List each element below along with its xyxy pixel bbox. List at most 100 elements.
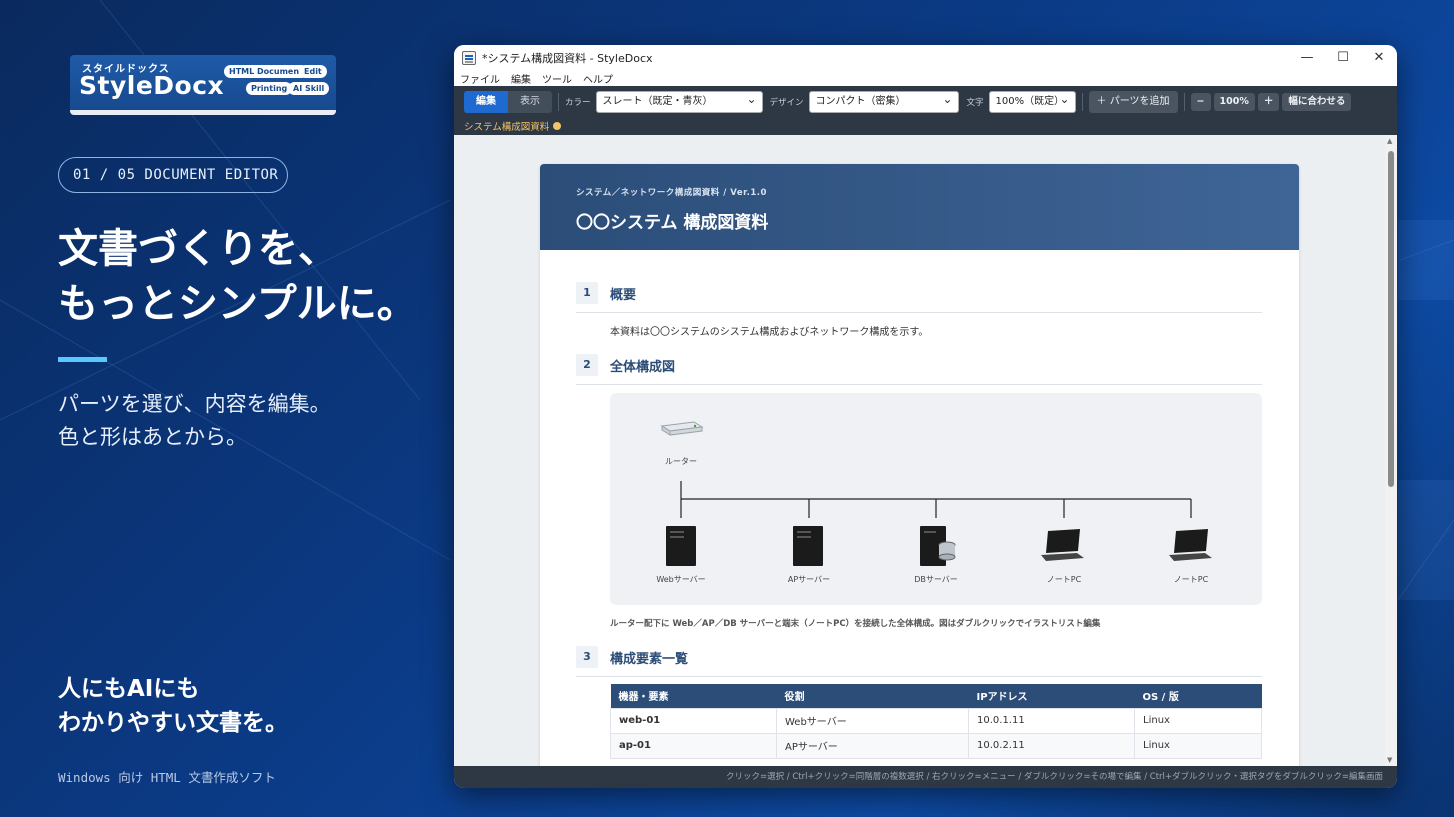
- mode-view-button[interactable]: 表示: [508, 90, 552, 113]
- menu-tools[interactable]: ツール: [542, 71, 572, 86]
- table-cell: web-01: [610, 707, 777, 734]
- section-heading-2[interactable]: 2 全体構成図: [576, 351, 1262, 385]
- column-header: OS / 版: [1134, 684, 1262, 708]
- laptop-icon: [1041, 529, 1084, 561]
- node-label: Webサーバー: [656, 575, 706, 584]
- vertical-scrollbar[interactable]: ▲ ▼: [1385, 135, 1397, 766]
- section-number: 3: [576, 646, 598, 668]
- headline-line-2: もっとシンプルに。: [58, 281, 417, 327]
- design-select[interactable]: コンパクト（密集）: [808, 89, 959, 113]
- section-heading-1[interactable]: 1 概要: [576, 279, 1262, 313]
- tagline: 人にもAIにも わかりやすい文書を。: [58, 672, 288, 740]
- table-header-row: 機器・要素 役割 IPアドレス OS / 版: [610, 684, 1262, 708]
- table-cell: Webサーバー: [776, 707, 969, 734]
- table-cell: Linux: [1134, 707, 1262, 734]
- headline: 文書づくりを、 もっとシンプルに。: [58, 222, 417, 332]
- subtext-line-1: パーツを選び、内容を編集。: [58, 392, 331, 416]
- headline-line-1: 文書づくりを、: [58, 226, 338, 272]
- document-canvas[interactable]: システム／ネットワーク構成図資料 / Ver.1.0 〇〇システム 構成図資料 …: [454, 135, 1385, 766]
- node-label: ノートPC: [1173, 575, 1209, 584]
- badge-printing: Printing: [246, 82, 293, 95]
- unsaved-dot-icon: [553, 122, 562, 130]
- column-header: IPアドレス: [968, 684, 1135, 708]
- add-parts-button[interactable]: ＋ パーツを追加: [1088, 90, 1178, 113]
- page-kicker: システム／ネットワーク構成図資料 / Ver.1.0: [576, 188, 767, 198]
- design-label: デザイン: [769, 97, 804, 108]
- zoom-out-button[interactable]: −: [1190, 92, 1211, 111]
- menu-help[interactable]: ヘルプ: [583, 71, 613, 86]
- overview-text[interactable]: 本資料は〇〇システムのシステム構成およびネットワーク構成を示す。: [610, 323, 928, 338]
- scroll-down-icon[interactable]: ▼: [1387, 756, 1392, 764]
- brand-name: StyleDocx: [79, 71, 225, 100]
- section-title: 全体構成図: [610, 360, 676, 375]
- section-number: 2: [576, 354, 598, 376]
- laptop-icon: [1169, 529, 1212, 561]
- text-size-label: 文字: [966, 97, 984, 108]
- document-tab[interactable]: システム構成図資料: [454, 117, 1397, 135]
- app-window: *システム構成図資料 - StyleDocx — ☐ ✕ ファイル 編集 ツール…: [454, 45, 1397, 788]
- table-cell: Linux: [1134, 732, 1262, 759]
- menu-bar: ファイル 編集 ツール ヘルプ: [454, 70, 1397, 86]
- web-server-icon: [666, 526, 696, 566]
- close-button[interactable]: ✕: [1361, 50, 1397, 65]
- table-cell: ap-01: [610, 732, 777, 759]
- status-bar: クリック=選択 / Ctrl+クリック=同階層の複数選択 / 右クリック=メニュ…: [454, 766, 1397, 788]
- app-icon: [462, 50, 476, 65]
- color-label: カラー: [565, 97, 591, 108]
- zoom-level: 100%: [1213, 92, 1255, 111]
- badge-ai-skill: AI Skill: [288, 82, 330, 95]
- footnote: Windows 向け HTML 文書作成ソフト: [58, 770, 276, 785]
- diagram-caption[interactable]: ルーター配下に Web／AP／DB サーバーと端末（ノートPC）を接続した全体構…: [610, 617, 1100, 629]
- column-header: 機器・要素: [610, 684, 777, 708]
- mode-toggle: 編集 表示: [464, 90, 552, 113]
- connection-lines: [680, 481, 1192, 518]
- accent-bar: [58, 357, 107, 362]
- section-title: 構成要素一覧: [610, 652, 689, 667]
- toolbar-divider: [1183, 92, 1185, 111]
- tagline-line-1: 人にもAIにも: [58, 676, 200, 702]
- brand-logo: スタイルドックス StyleDocx HTML Document Edit Pr…: [70, 55, 336, 115]
- step-indicator: 01 / 05 DOCUMENT EDITOR: [58, 157, 288, 193]
- node-label: APサーバー: [787, 575, 831, 584]
- column-header: 役割: [776, 684, 969, 708]
- table-cell: 10.0.1.11: [968, 707, 1135, 734]
- zoom-in-button[interactable]: ＋: [1257, 92, 1280, 111]
- subtext-line-2: 色と形はあとから。: [58, 425, 247, 449]
- menu-edit[interactable]: 編集: [511, 71, 531, 86]
- section-title: 概要: [610, 288, 637, 303]
- title-bar[interactable]: *システム構成図資料 - StyleDocx — ☐ ✕: [454, 45, 1397, 70]
- page-title: 〇〇システム 構成図資料: [576, 213, 769, 233]
- mode-edit-button[interactable]: 編集: [464, 90, 508, 113]
- maximize-button[interactable]: ☐: [1325, 50, 1361, 65]
- scroll-thumb[interactable]: [1388, 151, 1394, 487]
- table-cell: APサーバー: [776, 732, 969, 759]
- badge-edit: Edit: [299, 65, 327, 78]
- components-table[interactable]: 機器・要素 役割 IPアドレス OS / 版 web-01 Webサーバー 10…: [610, 684, 1262, 759]
- menu-file[interactable]: ファイル: [460, 71, 500, 86]
- table-row[interactable]: ap-01 APサーバー 10.0.2.11 Linux: [610, 732, 1262, 759]
- subtext: パーツを選び、内容を編集。 色と形はあとから。: [58, 388, 331, 454]
- toolbar-divider: [1081, 92, 1083, 111]
- document-page: システム／ネットワーク構成図資料 / Ver.1.0 〇〇システム 構成図資料 …: [540, 164, 1299, 766]
- network-diagram[interactable]: ルーター Webサーバー APサーバー DBサーバー ノートPC ノートPC: [610, 393, 1262, 605]
- color-select[interactable]: スレート（既定・青灰）: [595, 89, 763, 113]
- router-icon: [660, 421, 704, 436]
- fit-width-button[interactable]: 幅に合わせる: [1282, 92, 1352, 111]
- table-row[interactable]: web-01 Webサーバー 10.0.1.11 Linux: [610, 707, 1262, 734]
- minimize-button[interactable]: —: [1289, 50, 1325, 65]
- page-header[interactable]: システム／ネットワーク構成図資料 / Ver.1.0 〇〇システム 構成図資料: [540, 164, 1299, 250]
- node-label: ノートPC: [1046, 575, 1082, 584]
- section-heading-3[interactable]: 3 構成要素一覧: [576, 643, 1262, 677]
- toolbar-divider: [558, 92, 559, 111]
- toolbar: 編集 表示 カラー スレート（既定・青灰） デザイン コンパクト（密集） 文字 …: [454, 86, 1397, 117]
- tagline-line-2: わかりやすい文書を。: [58, 710, 288, 736]
- router-label: ルーター: [665, 457, 697, 466]
- text-size-select[interactable]: 100%（既定）: [988, 89, 1076, 113]
- db-server-icon: [920, 526, 956, 566]
- badge-html-document: HTML Document: [224, 65, 308, 78]
- scroll-up-icon[interactable]: ▲: [1387, 137, 1392, 145]
- node-label: DBサーバー: [914, 575, 958, 584]
- section-number: 1: [576, 282, 598, 304]
- window-title: *システム構成図資料 - StyleDocx: [482, 51, 653, 65]
- document-tab-label: システム構成図資料: [464, 122, 550, 133]
